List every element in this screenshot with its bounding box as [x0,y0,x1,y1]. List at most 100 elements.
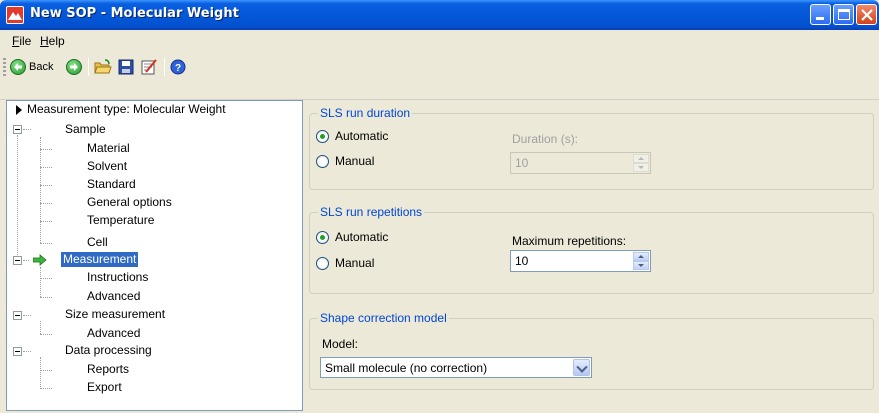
tree-item-measurement[interactable]: Measurement [61,252,139,267]
tree-connector [40,357,41,387]
tree-connector [40,334,52,335]
tree-connector [23,129,31,130]
radio-button[interactable] [316,154,329,168]
spinner-up-icon[interactable] [633,252,649,261]
tree-connector [40,203,52,204]
menu-bar: File Help [0,30,879,52]
root-arrow-icon [16,105,22,115]
duration-manual-option[interactable]: Manual [316,154,374,168]
menu-file[interactable]: File [12,34,31,48]
mountain-icon [6,6,24,24]
open-button[interactable] [94,57,112,77]
max-repetitions-label: Maximum repetitions: [512,234,627,248]
toolbar-separator [164,58,165,76]
model-dropdown[interactable]: Small molecule (no correction) [320,357,592,378]
tree-connector [40,167,52,168]
maximize-icon [838,9,850,20]
minimize-icon [816,17,824,20]
tree-item-cell[interactable]: Cell [87,235,108,250]
chevron-down-icon[interactable] [573,359,590,376]
forward-button[interactable] [66,57,82,77]
repetitions-manual-option[interactable]: Manual [316,256,374,270]
measurement-expander[interactable] [13,256,22,265]
tree-item-temperature[interactable]: Temperature [87,213,154,228]
tree-item-data-processing[interactable]: Data processing [65,343,152,358]
max-repetitions-spinner[interactable]: 10 [510,250,651,272]
minimize-button[interactable] [810,4,831,25]
spinner-buttons[interactable] [633,252,649,270]
save-button[interactable] [118,57,134,77]
tree-item-solvent[interactable]: Solvent [87,159,127,174]
tree-connector [23,351,31,352]
menu-help-label: elp [48,34,65,48]
radio-label: Manual [335,154,375,168]
tree-item-standard[interactable]: Standard [87,177,136,192]
tree-connector [40,278,52,279]
back-button[interactable]: Back [10,57,53,77]
tree-item-sample[interactable]: Sample [65,122,106,137]
toolbar-separator [88,58,89,76]
close-icon [861,9,873,21]
tree-connector [40,297,52,298]
max-repetitions-value[interactable]: 10 [515,254,528,268]
toolbar-grip[interactable] [3,58,6,76]
tree-connector [40,388,52,389]
edit-check-icon [141,59,157,75]
tree-connector [40,137,41,243]
title-bar[interactable]: New SOP - Molecular Weight [0,0,879,30]
window-title: New SOP - Molecular Weight [30,6,239,21]
tree-item-instructions[interactable]: Instructions [87,270,148,285]
size-measurement-expander[interactable] [13,311,22,320]
open-folder-icon [94,59,112,74]
help-icon: ? [170,59,186,75]
spinner-down-icon[interactable] [633,261,649,270]
spinner-down-icon [633,163,649,172]
menu-help[interactable]: Help [40,34,65,48]
tree-root[interactable]: Measurement type: Molecular Weight [27,102,226,117]
tree-connector [40,370,52,371]
tree-connector [40,321,41,334]
help-button[interactable]: ? [170,57,186,77]
group-title: SLS run duration [318,106,413,120]
tree-item-size-measurement[interactable]: Size measurement [65,307,165,322]
back-arrow-icon [10,59,26,75]
navigation-tree[interactable]: Measurement type: Molecular Weight Sampl… [6,100,303,411]
tree-item-material[interactable]: Material [87,141,130,156]
toolbar: Back ? [0,52,879,100]
current-arrow-icon [33,254,47,266]
tree-item-export[interactable]: Export [87,380,122,395]
sls-run-repetitions-group: SLS run repetitions Automatic Manual Max… [309,205,874,294]
tree-connector [40,185,52,186]
radio-button[interactable] [316,256,329,270]
sample-expander[interactable] [13,125,22,134]
close-button[interactable] [856,4,877,25]
tree-item-reports[interactable]: Reports [87,362,129,377]
repetitions-automatic-option[interactable]: Automatic [316,230,388,244]
tree-item-general-options[interactable]: General options [87,195,172,210]
menu-file-label: ile [19,34,32,48]
tree-item-size-advanced[interactable]: Advanced [87,326,140,341]
duration-spinner: 10 [510,152,651,174]
data-processing-expander[interactable] [13,347,22,356]
duration-label: Duration (s): [512,132,579,146]
radio-label: Manual [335,256,375,270]
group-title: SLS run repetitions [318,205,425,219]
radio-button[interactable] [316,129,329,143]
radio-button[interactable] [316,230,329,244]
maximize-button[interactable] [833,4,854,25]
spinner-buttons [633,154,649,172]
tree-connector [23,315,31,316]
menu-help-mnemonic: H [40,34,49,48]
spinner-up-icon [633,154,649,163]
back-label: Back [29,61,54,73]
sls-run-duration-group: SLS run duration Automatic Manual Durati… [309,106,874,190]
tree-connector [17,135,18,265]
tree-item-advanced[interactable]: Advanced [87,289,140,304]
tree-connector [40,149,52,150]
edit-button[interactable] [140,57,158,77]
tree-connector [40,243,52,244]
model-value: Small molecule (no correction) [325,361,488,375]
duration-automatic-option[interactable]: Automatic [316,129,388,143]
group-title: Shape correction model [318,311,449,325]
radio-label: Automatic [335,230,389,244]
